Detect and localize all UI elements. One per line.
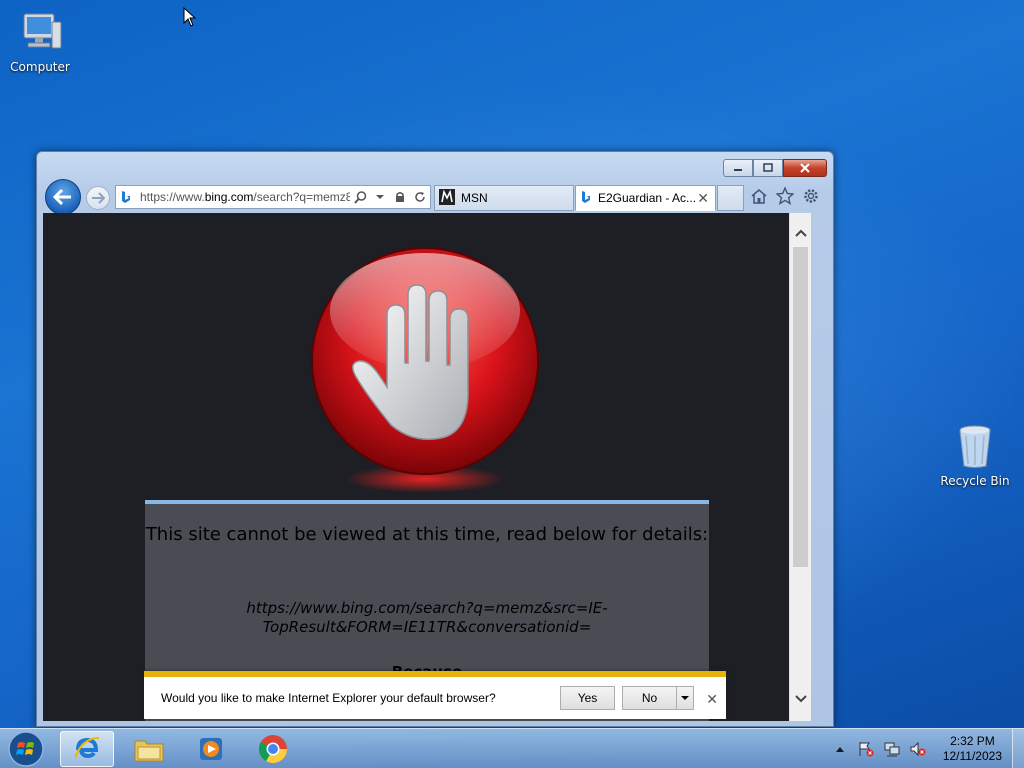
blocked-url-line: https://www.bing.com/search?q=memz&src=I… xyxy=(246,599,608,617)
back-arrow-icon xyxy=(53,188,71,206)
refresh-icon[interactable] xyxy=(412,189,428,205)
blocked-url: https://www.bing.com/search?q=memz&src=I… xyxy=(145,599,709,637)
no-button[interactable]: No xyxy=(622,686,677,710)
taskbar-chrome[interactable] xyxy=(246,731,300,767)
show-desktop-button[interactable] xyxy=(1012,729,1024,768)
desktop-icon-recycle-bin[interactable]: Recycle Bin xyxy=(935,422,1015,488)
tab-label: MSN xyxy=(461,191,488,205)
forward-button[interactable] xyxy=(86,186,110,210)
folder-icon xyxy=(134,740,164,762)
minimize-button[interactable] xyxy=(723,159,753,177)
maximize-button[interactable] xyxy=(753,159,783,177)
lock-icon[interactable] xyxy=(392,189,408,205)
close-notification-icon[interactable]: ✕ xyxy=(706,691,718,708)
internet-explorer-window[interactable]: https://www.bing.com/search?q=memz8 MSN … xyxy=(36,151,834,727)
address-url-text[interactable]: https://www.bing.com/search?q=memz8 xyxy=(136,190,350,204)
taskbar-file-explorer[interactable] xyxy=(122,731,176,767)
clock-date: 12/11/2023 xyxy=(942,749,1002,763)
chevron-down-icon xyxy=(681,696,689,700)
desktop-icon-label: Computer xyxy=(10,60,70,74)
action-center-flag-icon[interactable] xyxy=(857,740,875,758)
scrollbar-thumb[interactable] xyxy=(793,247,808,567)
volume-muted-icon[interactable] xyxy=(909,740,927,758)
scroll-down-arrow-icon[interactable] xyxy=(794,693,808,707)
block-title: This site cannot be viewed at this time,… xyxy=(145,524,709,545)
settings-gear-icon[interactable] xyxy=(801,186,821,206)
close-tab-icon[interactable]: ✕ xyxy=(697,190,709,207)
bing-favicon-icon xyxy=(118,189,134,205)
yes-button[interactable]: Yes xyxy=(560,686,615,710)
clock-time: 2:32 PM xyxy=(950,734,995,748)
taskbar: 2:32 PM 12/11/2023 xyxy=(0,728,1024,768)
start-button[interactable] xyxy=(6,730,46,768)
bing-icon xyxy=(580,190,592,207)
default-browser-notification: Would you like to make Internet Explorer… xyxy=(144,671,726,719)
taskbar-internet-explorer[interactable] xyxy=(60,731,114,767)
internet-explorer-icon xyxy=(74,737,100,759)
windows-logo-icon xyxy=(8,731,44,767)
page-content[interactable]: This site cannot be viewed at this time,… xyxy=(43,213,811,721)
desktop-icon-label: Recycle Bin xyxy=(940,474,1010,488)
dropdown-arrow-icon[interactable] xyxy=(372,189,388,205)
tab-label: E2Guardian - Ac... xyxy=(598,191,697,205)
desktop-icon-computer[interactable]: Computer xyxy=(0,8,80,74)
tab-e2guardian[interactable]: E2Guardian - Ac... ✕ xyxy=(575,185,716,211)
url-path: /search?q=memz8 xyxy=(253,190,350,204)
network-icon[interactable] xyxy=(883,740,901,758)
msn-icon xyxy=(439,188,455,208)
mouse-cursor-icon xyxy=(183,6,197,30)
chrome-icon xyxy=(259,735,287,763)
toolbar-icons xyxy=(749,186,821,206)
url-domain: bing.com xyxy=(204,190,254,204)
scroll-up-arrow-icon[interactable] xyxy=(794,227,808,241)
window-caption-buttons xyxy=(723,159,827,177)
close-window-button[interactable] xyxy=(783,159,827,177)
search-icon[interactable] xyxy=(352,189,368,205)
system-clock[interactable]: 2:32 PM 12/11/2023 xyxy=(943,734,1002,764)
no-options-dropdown[interactable] xyxy=(676,686,694,710)
url-prefix: https://www. xyxy=(140,190,205,204)
recycle-bin-icon xyxy=(951,422,999,470)
home-icon[interactable] xyxy=(749,186,769,206)
back-button[interactable] xyxy=(45,179,81,215)
stop-hand-icon xyxy=(307,243,547,496)
show-hidden-icons-icon[interactable] xyxy=(831,740,849,758)
forward-arrow-icon xyxy=(92,192,105,204)
vertical-scrollbar[interactable] xyxy=(789,213,811,721)
computer-icon xyxy=(16,8,64,56)
address-bar[interactable]: https://www.bing.com/search?q=memz8 xyxy=(115,185,431,209)
tab-msn[interactable]: MSN xyxy=(434,185,574,211)
media-player-icon xyxy=(200,738,222,760)
system-tray: 2:32 PM 12/11/2023 xyxy=(827,729,1024,768)
new-tab-button[interactable] xyxy=(717,185,744,211)
taskbar-media-player[interactable] xyxy=(184,731,238,767)
favorites-star-icon[interactable] xyxy=(775,186,795,206)
blocked-url-line: TopResult&FORM=IE11TR&conversationid= xyxy=(262,618,592,636)
notification-text: Would you like to make Internet Explorer… xyxy=(161,691,496,705)
